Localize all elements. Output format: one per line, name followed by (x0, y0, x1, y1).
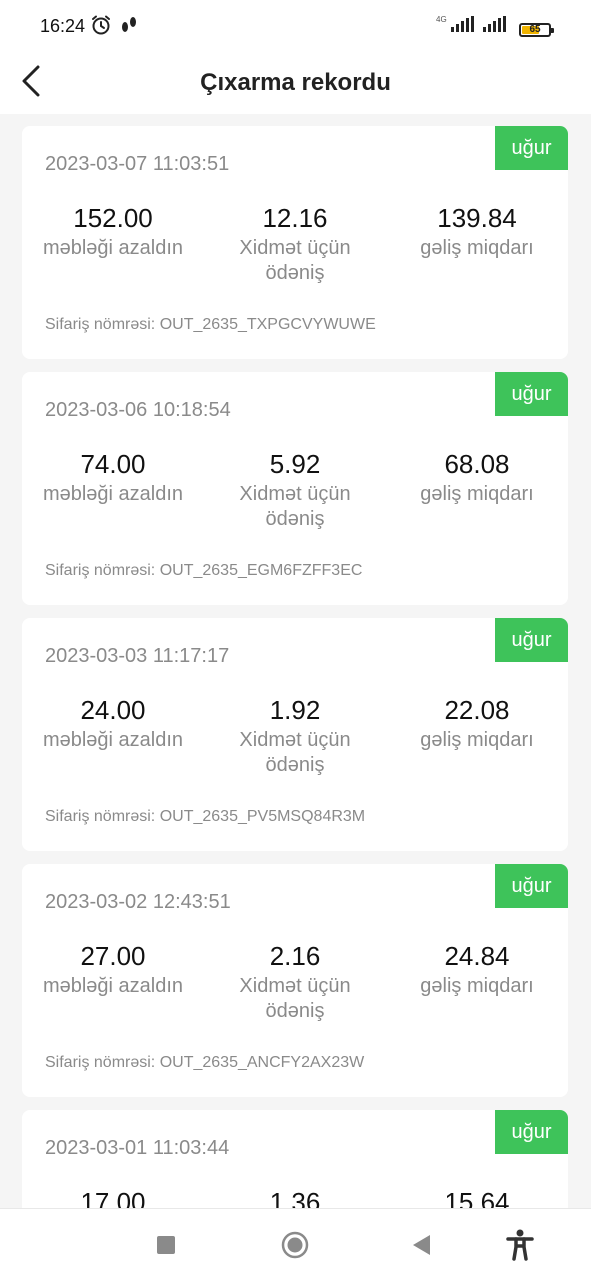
withdrawal-record-card[interactable]: uğur 2023-03-07 11:03:51 152.00 məbləği … (22, 126, 568, 359)
record-date: 2023-03-01 11:03:44 (45, 1137, 230, 1159)
withdrawal-record-card[interactable]: uğur 2023-03-03 11:17:17 24.00 məbləği a… (22, 618, 568, 851)
fee-value: 2.16 (269, 941, 321, 971)
received-label: gəliş miqdarı (420, 483, 534, 505)
accessibility-button[interactable] (504, 1229, 536, 1261)
amount-column: 24.00 məbləği azaldın (22, 694, 204, 778)
circle-icon (281, 1231, 309, 1259)
withdrawal-record-card[interactable]: uğur 2023-03-02 12:43:51 27.00 məbləği a… (22, 864, 568, 1097)
amount-column: 152.00 məbləği azaldın (22, 202, 204, 286)
amount-value: 152.00 (73, 203, 153, 233)
record-date: 2023-03-07 11:03:51 (45, 153, 230, 175)
fee-value: 1.92 (269, 695, 321, 725)
amount-value: 27.00 (80, 941, 146, 971)
fee-label: Xidmət üçün ödəniş (239, 483, 351, 530)
status-badge: uğur (495, 372, 568, 416)
amount-label: məbləği azaldın (42, 975, 184, 997)
record-date: 2023-03-03 11:17:17 (45, 645, 230, 667)
withdrawal-record-list[interactable]: uğur 2023-03-07 11:03:51 152.00 məbləği … (0, 114, 591, 1208)
received-value: 24.84 (444, 941, 510, 971)
status-badge: uğur (495, 618, 568, 662)
received-value: 139.84 (437, 203, 517, 233)
fee-value: 1.36 (269, 1187, 321, 1208)
received-label: gəliş miqdarı (420, 975, 534, 997)
fee-column: 12.16 Xidmət üçün ödəniş (204, 202, 386, 286)
amount-value: 17.00 (80, 1187, 146, 1208)
fee-column: 2.16 Xidmət üçün ödəniş (204, 940, 386, 1024)
fee-value: 5.92 (269, 449, 321, 479)
triangle-back-icon (413, 1235, 430, 1255)
fee-label: Xidmət üçün ödəniş (239, 729, 351, 776)
record-date: 2023-03-06 10:18:54 (45, 399, 231, 421)
amount-value: 74.00 (80, 449, 146, 479)
alarm-clock-icon (90, 14, 112, 41)
withdrawal-record-card[interactable]: uğur 2023-03-01 11:03:44 17.00 məbləği a… (22, 1110, 568, 1208)
amount-column: 74.00 məbləği azaldın (22, 448, 204, 532)
status-badge: uğur (495, 1110, 568, 1154)
recent-apps-button[interactable] (150, 1229, 182, 1261)
received-value: 22.08 (444, 695, 510, 725)
withdrawal-record-card[interactable]: uğur 2023-03-06 10:18:54 74.00 məbləği a… (22, 372, 568, 605)
status-badge: uğur (495, 126, 568, 170)
fee-value: 12.16 (262, 203, 328, 233)
record-date: 2023-03-02 12:43:51 (45, 891, 231, 913)
fee-column: 1.36 Xidmət üçünödəniş (204, 1186, 386, 1208)
amount-label: məbləği azaldın (42, 237, 184, 259)
back-button[interactable] (14, 64, 48, 98)
amount-label: məbləği azaldın (42, 729, 184, 751)
fee-label: Xidmət üçün ödəniş (239, 237, 351, 284)
amount-column: 27.00 məbləği azaldın (22, 940, 204, 1024)
received-label: gəliş miqdarı (420, 237, 534, 259)
accessibility-icon (506, 1229, 534, 1261)
amount-column: 17.00 məbləği azaldın (22, 1186, 204, 1208)
signal-bars-icon (451, 16, 477, 37)
home-button[interactable] (279, 1229, 311, 1261)
fee-column: 5.92 Xidmət üçün ödəniş (204, 448, 386, 532)
received-value: 15.64 (444, 1187, 510, 1208)
back-nav-button[interactable] (405, 1229, 437, 1261)
received-column: 139.84 gəliş miqdarı (386, 202, 568, 286)
page-header: Çıxarma rekordu (0, 52, 591, 114)
received-value: 68.08 (444, 449, 510, 479)
fee-column: 1.92 Xidmət üçün ödəniş (204, 694, 386, 778)
status-time: 16:24 (40, 16, 86, 36)
page-title: Çıxarma rekordu (200, 69, 391, 96)
status-badge: uğur (495, 864, 568, 908)
square-icon (157, 1236, 175, 1254)
battery-level: 65 (529, 24, 541, 35)
received-column: 15.64 gəliş miqdarı (386, 1186, 568, 1208)
fee-label: Xidmət üçün ödəniş (239, 975, 351, 1022)
order-number: Sifariş nömrəsi: OUT_2635_ANCFY2AX23W (45, 1054, 365, 1071)
order-number: Sifariş nömrəsi: OUT_2635_EGM6FZFF3EC (45, 562, 363, 579)
network-type-label: 4G (436, 15, 447, 24)
footprints-icon (120, 15, 138, 40)
chevron-left-icon (22, 65, 40, 97)
signal-bars-icon (483, 16, 509, 37)
received-column: 22.08 gəliş miqdarı (386, 694, 568, 778)
system-navigation-bar (0, 1208, 591, 1281)
order-number: Sifariş nömrəsi: OUT_2635_PV5MSQ84R3M (45, 808, 366, 825)
received-label: gəliş miqdarı (420, 729, 534, 751)
battery-icon: 65 (519, 23, 554, 37)
status-bar: 16:24 4G 65 (0, 0, 591, 52)
order-number: Sifariş nömrəsi: OUT_2635_TXPGCVYWUWE (45, 316, 376, 333)
received-column: 24.84 gəliş miqdarı (386, 940, 568, 1024)
received-column: 68.08 gəliş miqdarı (386, 448, 568, 532)
amount-value: 24.00 (80, 695, 146, 725)
amount-label: məbləği azaldın (42, 483, 184, 505)
